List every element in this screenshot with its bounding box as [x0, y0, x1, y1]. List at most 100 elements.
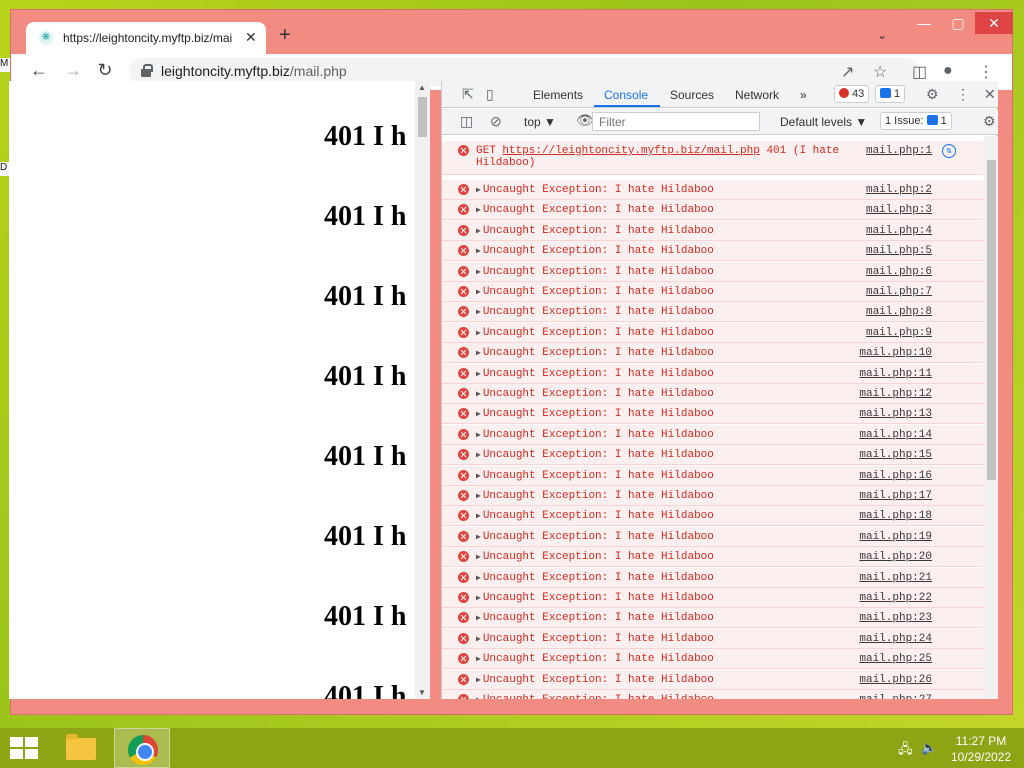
console-entry[interactable]: ▶Uncaught Exception: I hate Hildaboo mail…	[442, 506, 984, 527]
expand-triangle-icon[interactable]: ▶	[476, 512, 481, 521]
network-panel-icon[interactable]: ⇅	[942, 144, 956, 158]
tab-search-chevron-icon[interactable]: ⌄	[877, 28, 887, 42]
console-entry[interactable]: GET https://leightoncity.myftp.biz/mail.…	[442, 141, 984, 175]
console-entry[interactable]: ▶Uncaught Exception: I hate Hildaboo mail…	[442, 608, 984, 629]
console-entry[interactable]: ▶Uncaught Exception: I hate Hildaboo mail…	[442, 526, 984, 547]
console-entry[interactable]: ▶Uncaught Exception: I hate Hildaboo mail…	[442, 180, 984, 200]
new-tab-button[interactable]: +	[279, 24, 291, 47]
expand-triangle-icon[interactable]: ▶	[476, 268, 481, 277]
file-explorer-button[interactable]	[52, 728, 108, 768]
console-entry[interactable]: ▶Uncaught Exception: I hate Hildaboo mail…	[442, 628, 984, 649]
console-entry[interactable]: ▶Uncaught Exception: I hate Hildaboo mail…	[442, 220, 984, 241]
expand-triangle-icon[interactable]: ▶	[476, 227, 481, 236]
menu-kebab-icon[interactable]: ⋮	[978, 62, 994, 82]
console-entry[interactable]: ▶Uncaught Exception: I hate Hildaboo mail…	[442, 649, 984, 670]
console-entry[interactable]: ▶Uncaught Exception: I hate Hildaboo mail…	[442, 322, 984, 343]
volume-tray-icon[interactable]: 🔈	[921, 740, 937, 756]
console-settings-gear-icon[interactable]: ⚙	[983, 113, 996, 130]
expand-triangle-icon[interactable]: ▶	[476, 492, 481, 501]
close-tab-icon[interactable]: ✕	[245, 29, 257, 46]
expand-triangle-icon[interactable]: ▶	[476, 451, 481, 460]
expand-triangle-icon[interactable]: ▶	[476, 349, 481, 358]
message-count-badge[interactable]: 1	[875, 85, 906, 103]
expand-triangle-icon[interactable]: ▶	[476, 614, 481, 623]
source-link[interactable]: mail.php:10	[859, 347, 932, 359]
console-entry[interactable]: ▶Uncaught Exception: I hate Hildaboo mail…	[442, 363, 984, 384]
back-arrow-icon[interactable]: ←	[27, 60, 51, 81]
console-entry[interactable]: ▶Uncaught Exception: I hate Hildaboo mail…	[442, 547, 984, 568]
share-icon[interactable]: ↗	[841, 62, 854, 82]
source-link[interactable]: mail.php:21	[859, 572, 932, 584]
tab-sources[interactable]: Sources	[670, 88, 714, 102]
source-link[interactable]: mail.php:4	[866, 225, 932, 237]
expand-triangle-icon[interactable]: ▶	[476, 635, 481, 644]
source-link[interactable]: mail.php:11	[859, 368, 932, 380]
log-levels-dropdown[interactable]: Default levels ▼	[780, 115, 867, 129]
source-link[interactable]: mail.php:3	[866, 204, 932, 216]
bookmark-star-icon[interactable]: ☆	[873, 62, 887, 82]
source-link[interactable]: mail.php:19	[859, 531, 932, 543]
scroll-up-arrow-icon[interactable]: ▲	[418, 83, 426, 92]
source-link[interactable]: mail.php:9	[866, 327, 932, 339]
reload-icon[interactable]: ↻	[93, 60, 117, 81]
expand-triangle-icon[interactable]: ▶	[476, 676, 481, 685]
source-link[interactable]: mail.php:12	[859, 388, 932, 400]
source-link[interactable]: mail.php:23	[859, 612, 932, 624]
source-link[interactable]: mail.php:24	[859, 633, 932, 645]
clear-console-icon[interactable]: ⊘	[490, 113, 502, 130]
expand-triangle-icon[interactable]: ▶	[476, 655, 481, 664]
context-selector[interactable]: top ▼	[524, 115, 556, 129]
source-link[interactable]: mail.php:22	[859, 592, 932, 604]
console-entry[interactable]: ▶Uncaught Exception: I hate Hildaboo mail…	[442, 261, 984, 282]
expand-triangle-icon[interactable]: ▶	[476, 390, 481, 399]
source-link[interactable]: mail.php:7	[866, 286, 932, 298]
console-scroll-thumb[interactable]	[987, 160, 996, 480]
page-scroll-thumb[interactable]	[418, 97, 427, 137]
source-link[interactable]: mail.php:1	[866, 145, 932, 157]
system-clock[interactable]: 11:27 PM 10/29/2022	[946, 733, 1016, 765]
forward-arrow-icon[interactable]: →	[61, 60, 85, 81]
expand-triangle-icon[interactable]: ▶	[476, 308, 481, 317]
issues-badge[interactable]: 1 Issue: 1	[880, 112, 952, 130]
start-windows-icon[interactable]	[10, 737, 38, 759]
minimize-button[interactable]: —	[907, 12, 941, 34]
source-link[interactable]: mail.php:25	[859, 653, 932, 665]
console-entry[interactable]: ▶Uncaught Exception: I hate Hildaboo mail…	[442, 486, 984, 506]
side-panel-icon[interactable]: ◫	[912, 62, 927, 82]
expand-triangle-icon[interactable]: ▶	[476, 206, 481, 215]
tab-elements[interactable]: Elements	[533, 88, 583, 102]
chrome-taskbar-button[interactable]	[114, 728, 170, 768]
console-entry[interactable]: ▶Uncaught Exception: I hate Hildaboo mail…	[442, 282, 984, 302]
network-tray-icon[interactable]: 🖧	[898, 740, 913, 762]
console-entry[interactable]: ▶Uncaught Exception: I hate Hildaboo mail…	[442, 384, 984, 404]
source-link[interactable]: mail.php:26	[859, 674, 932, 686]
expand-triangle-icon[interactable]: ▶	[476, 696, 481, 699]
console-entry[interactable]: ▶Uncaught Exception: I hate Hildaboo mail…	[442, 445, 984, 466]
expand-triangle-icon[interactable]: ▶	[476, 574, 481, 583]
browser-tab[interactable]: ❋ https://leightoncity.myftp.biz/mai ✕	[26, 22, 266, 54]
maximize-button[interactable]: ▢	[941, 12, 975, 34]
lock-icon[interactable]	[141, 64, 153, 77]
expand-triangle-icon[interactable]: ▶	[476, 186, 481, 195]
source-link[interactable]: mail.php:15	[859, 449, 932, 461]
profile-avatar-icon[interactable]: ●	[943, 62, 953, 80]
console-entry[interactable]: ▶Uncaught Exception: I hate Hildaboo mail…	[442, 465, 984, 486]
console-entry[interactable]: ▶Uncaught Exception: I hate Hildaboo mail…	[442, 404, 984, 425]
more-tabs-icon[interactable]: »	[800, 88, 807, 102]
settings-gear-icon[interactable]: ⚙	[926, 86, 939, 103]
source-link[interactable]: mail.php:17	[859, 490, 932, 502]
close-devtools-icon[interactable]: ✕	[984, 86, 996, 103]
source-link[interactable]: mail.php:14	[859, 429, 932, 441]
console-scrollbar[interactable]	[984, 136, 998, 699]
source-link[interactable]: mail.php:2	[866, 184, 932, 196]
source-link[interactable]: mail.php:18	[859, 510, 932, 522]
console-entry[interactable]: ▶Uncaught Exception: I hate Hildaboo mail…	[442, 690, 984, 699]
expand-triangle-icon[interactable]: ▶	[476, 370, 481, 379]
sidebar-toggle-icon[interactable]: ◫	[460, 113, 473, 130]
scroll-down-arrow-icon[interactable]: ▼	[418, 688, 426, 697]
source-link[interactable]: mail.php:13	[859, 408, 932, 420]
console-entry[interactable]: ▶Uncaught Exception: I hate Hildaboo mail…	[442, 200, 984, 221]
console-entry[interactable]: ▶Uncaught Exception: I hate Hildaboo mail…	[442, 669, 984, 690]
expand-triangle-icon[interactable]: ▶	[476, 247, 481, 256]
tab-console[interactable]: Console	[604, 88, 648, 102]
